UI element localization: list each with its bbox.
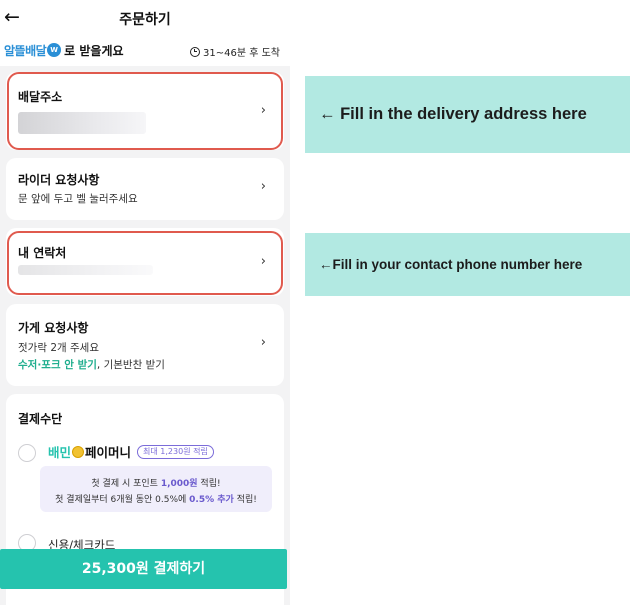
promo-text: 적립! [197,479,221,489]
chevron-right-icon: › [260,335,266,350]
baemin-pay-brand[interactable]: 배민 페이머니 최대 1,230원 적립 [48,442,214,461]
reward-badge: 최대 1,230원 적립 [137,444,214,459]
delivery-option-bar: 알뜰배달 W 로 받을게요 31~46분 후 도착 [0,36,290,66]
phone-callout: ←Fill in your contact phone number here [305,233,630,296]
chevron-right-icon: › [260,103,266,118]
rider-request-value: 문 앞에 두고 벨 눌러주세요 [18,193,138,205]
store-request-card[interactable]: 가게 요청사항 젓가락 2개 주세요 수저·포크 안 받기, 기본반찬 받기 › [6,304,284,386]
address-value-blurred [18,112,146,134]
delivery-suffix: 로 받을게요 [64,43,124,58]
address-callout: ← Fill in the delivery address here [305,76,630,153]
pay-button[interactable]: 25,300원 결제하기 [0,549,287,589]
pay-brand-a: 배민 [48,445,72,460]
address-label: 배달주소 [18,90,63,104]
no-utensils-option: 수저·포크 안 받기 [18,359,97,371]
promo-box: 첫 결제 시 포인트 1,000원 적립! 첫 결제일부터 6개월 동안 0.5… [40,466,272,512]
pay-brand-b: 페이머니 [85,445,132,460]
payment-label: 결제수단 [18,412,63,426]
store-request-value: 젓가락 2개 주세요 [18,342,99,354]
chevron-right-icon: › [260,179,266,194]
clock-icon [190,46,200,57]
coin-icon [72,445,85,458]
store-request-options: 수저·포크 안 받기, 기본반찬 받기 [18,357,165,372]
top-bar: ← 주문하기 [0,0,290,36]
promo-text: 적립! [233,495,257,505]
eta: 31~46분 후 도착 [190,44,280,59]
contact-value-blurred [18,265,153,275]
promo-text: 첫 결제일부터 6개월 동안 0.5%에 [55,495,190,505]
promo-line-1: 첫 결제 시 포인트 1,000원 적립! [40,476,272,489]
promo-text: 첫 결제 시 포인트 [91,479,161,489]
brand-badge-icon: W [47,43,62,57]
phone-screen: ← 주문하기 알뜰배달 W 로 받을게요 31~46분 후 도착 배달주소 › … [0,0,290,605]
chevron-right-icon: › [260,254,266,269]
contact-card[interactable]: 내 연락처 › [6,228,284,296]
rider-request-label: 라이더 요청사항 [18,173,100,187]
address-card[interactable]: 배달주소 › [6,72,284,150]
promo-line-2: 첫 결제일부터 6개월 동안 0.5%에 0.5% 추가 적립! [40,492,272,505]
baemin-pay-radio[interactable] [18,444,36,462]
promo-bonus: 0.5% 추가 [189,495,234,505]
promo-amount: 1,000원 [160,479,198,489]
contact-label: 내 연락처 [18,246,67,260]
side-dish-option: , 기본반찬 받기 [96,359,165,371]
brand-name: 알뜰배달 [4,43,47,58]
delivery-brand: 알뜰배달 W 로 받을게요 [4,42,124,58]
page-title: 주문하기 [119,12,171,28]
eta-text: 31~46분 후 도착 [203,48,280,59]
store-request-label: 가게 요청사항 [18,321,89,335]
rider-request-card[interactable]: 라이더 요청사항 문 앞에 두고 벨 눌러주세요 › [6,158,284,220]
